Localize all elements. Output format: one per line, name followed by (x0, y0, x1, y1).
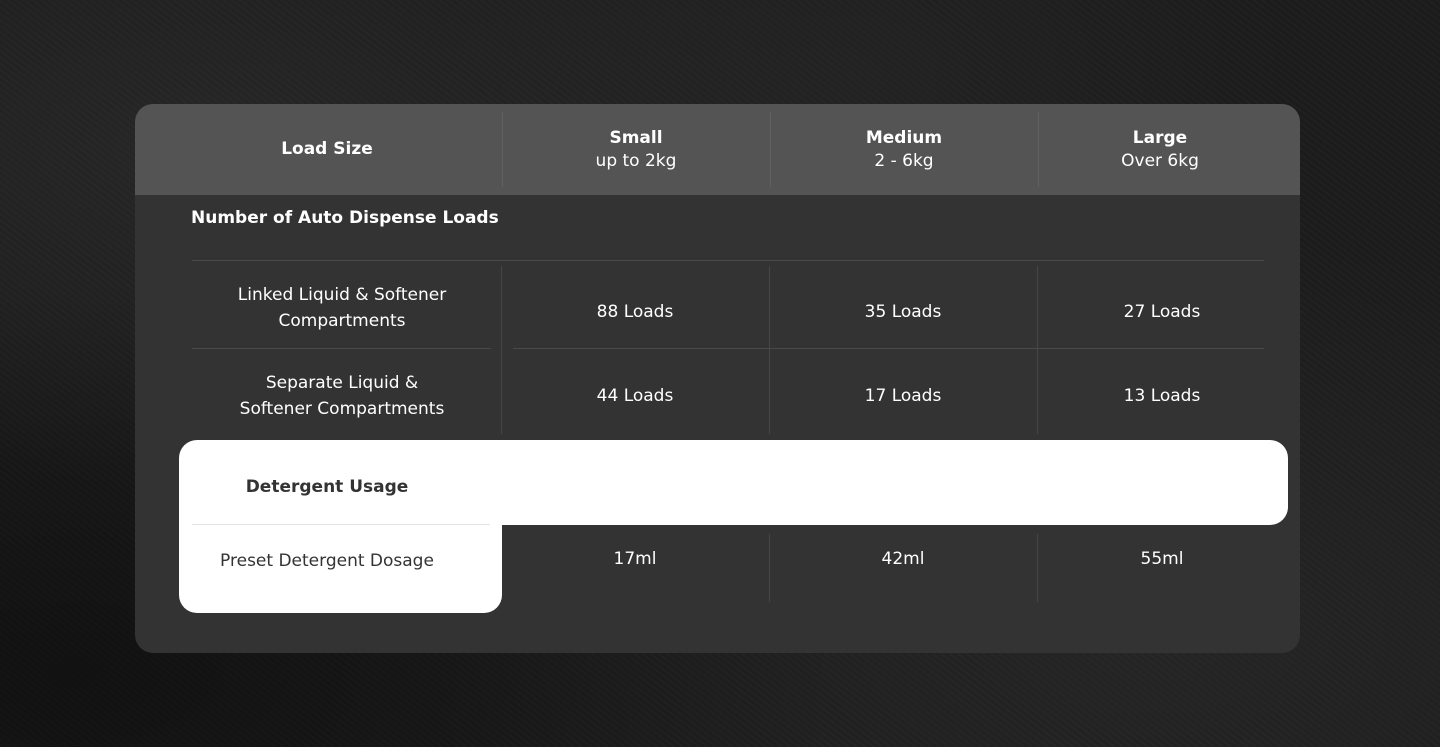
column-divider (1037, 266, 1038, 434)
cell-dosage-small: 17ml (613, 549, 657, 569)
header-medium-range: 2 - 6kg (874, 150, 934, 171)
row-divider (192, 260, 1264, 261)
row-label-linked-line2: Compartments (278, 311, 406, 331)
header-medium-name: Medium (865, 127, 943, 148)
detergent-title: Detergent Usage (245, 477, 409, 497)
header-large-range: Over 6kg (1121, 150, 1199, 171)
header-small-range: up to 2kg (595, 150, 677, 171)
cell-separate-medium: 17 Loads (864, 386, 942, 406)
cell-dosage-large: 55ml (1140, 549, 1184, 569)
header-load-size-label: Load Size (281, 139, 373, 159)
row-label-linked-line1: Linked Liquid & Softener (237, 285, 447, 305)
header-small: Small up to 2kg (502, 104, 770, 195)
header-large-name: Large (1132, 127, 1188, 148)
cell-linked-medium: 35 Loads (864, 302, 942, 322)
header-load-size: Load Size (192, 104, 462, 195)
table-header: Load Size Small up to 2kg Medium 2 - 6kg… (135, 104, 1300, 195)
row-label-separate-line2: Softener Compartments (239, 399, 445, 419)
cell-linked-large: 27 Loads (1123, 302, 1201, 322)
row-divider (513, 348, 1264, 349)
row-label-separate-line1: Separate Liquid & (265, 373, 419, 393)
cell-dosage-medium: 42ml (881, 549, 925, 569)
header-large: Large Over 6kg (1038, 104, 1282, 195)
cell-separate-large: 13 Loads (1123, 386, 1201, 406)
row-label-preset-dosage: Preset Detergent Dosage (220, 551, 434, 571)
row-divider (192, 348, 491, 349)
header-medium: Medium 2 - 6kg (770, 104, 1038, 195)
auto-dispense-title: Number of Auto Dispense Loads (191, 208, 499, 228)
cell-separate-small: 44 Loads (596, 386, 674, 406)
load-size-table: Load Size Small up to 2kg Medium 2 - 6kg… (135, 104, 1300, 653)
row-divider (192, 524, 490, 525)
column-divider (769, 266, 770, 434)
cell-linked-small: 88 Loads (596, 302, 674, 322)
row-label-separate: Separate Liquid & Softener Compartments (192, 370, 492, 422)
row-label-linked: Linked Liquid & Softener Compartments (192, 282, 492, 334)
column-divider (501, 266, 502, 434)
header-small-name: Small (609, 127, 663, 148)
